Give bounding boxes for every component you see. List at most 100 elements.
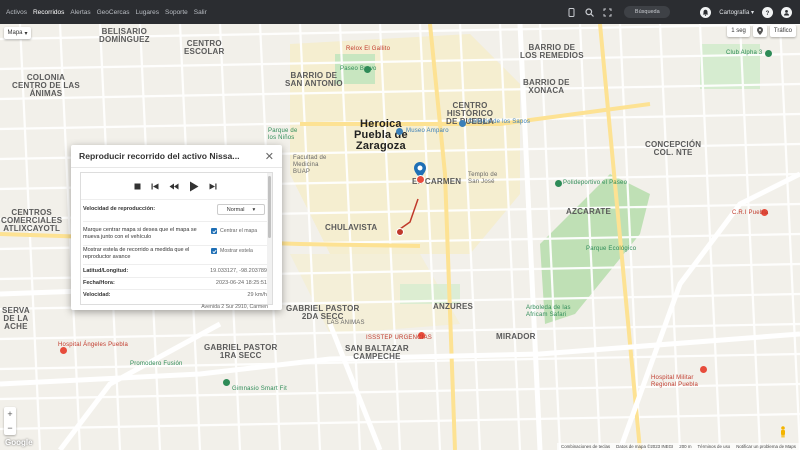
velocity-value: 29 km/h bbox=[247, 292, 267, 298]
district-label: GABRIEL PASTOR 1RA SECC bbox=[204, 343, 278, 360]
district-label: COLONIA CENTRO DE LAS ÁNIMAS bbox=[12, 73, 80, 98]
traffic-toggle[interactable]: Tráfico bbox=[769, 25, 796, 37]
poi-label[interactable]: Promodero Fusión bbox=[130, 361, 183, 368]
city-label: Heroica Puebla de Zaragoza bbox=[354, 118, 408, 152]
landmark-pin-icon[interactable] bbox=[459, 120, 466, 127]
scale-text: 200 m bbox=[679, 444, 692, 449]
rewind-icon bbox=[169, 183, 178, 189]
map-type-selector[interactable]: Mapa ▾ bbox=[4, 27, 31, 39]
phone-icon[interactable] bbox=[566, 7, 576, 17]
poi-label[interactable]: Polideportivo el Paseo bbox=[563, 180, 627, 187]
show-trail-checkbox[interactable]: Mostrar estela bbox=[211, 248, 253, 254]
poi-label[interactable]: C.R.I Puebla bbox=[732, 210, 768, 217]
district-label: MIRADOR bbox=[496, 332, 536, 341]
gym-pin-icon[interactable] bbox=[223, 379, 230, 386]
chevron-down-icon: ▾ bbox=[252, 206, 256, 213]
zoom-out-button[interactable]: − bbox=[7, 423, 12, 433]
district-label: GABRIEL PASTOR 2DA SECC bbox=[286, 304, 360, 321]
sports-pin-icon[interactable] bbox=[555, 180, 562, 187]
stop-button[interactable] bbox=[134, 183, 141, 190]
nav-menu: Activos Recorridos Alertas GeoCercas Lug… bbox=[0, 9, 207, 16]
zoom-in-button[interactable]: + bbox=[7, 409, 12, 419]
google-logo: Google bbox=[5, 438, 33, 447]
poi-label[interactable]: ISSSTEP URGENCIAS bbox=[366, 335, 432, 342]
center-map-label: Centrar el mapa bbox=[220, 228, 258, 234]
show-trail-label: Mostrar estela bbox=[220, 248, 253, 254]
dialog-title: Reproducir recorrido del activo Nissa... bbox=[79, 151, 240, 161]
rewind-button[interactable] bbox=[169, 183, 179, 190]
poi-label[interactable]: Relox El Gallito bbox=[346, 46, 390, 53]
center-map-checkbox[interactable]: Centrar el mapa bbox=[211, 228, 257, 234]
location-pin-icon bbox=[756, 27, 763, 35]
district-label: SAN BALTAZAR CAMPECHE bbox=[345, 344, 409, 361]
velocity-label: Velocidad: bbox=[83, 292, 111, 298]
dialog-scrollbar[interactable] bbox=[267, 173, 272, 304]
checkmark-icon bbox=[211, 248, 217, 254]
street-view-pegman-icon[interactable] bbox=[779, 426, 787, 438]
divider bbox=[83, 277, 267, 278]
museum-pin-icon[interactable] bbox=[396, 128, 403, 135]
poi-label[interactable]: Facultad de Medicina BUAP bbox=[293, 155, 327, 176]
stop-icon bbox=[134, 183, 140, 189]
poi-label[interactable]: Callejón de los Sapos bbox=[468, 119, 530, 126]
poi-label[interactable]: Paseo Bravo bbox=[340, 66, 377, 73]
district-label: BARRIO DE SAN ANTONIO bbox=[285, 71, 343, 88]
user-avatar-icon[interactable] bbox=[781, 6, 792, 18]
center-map-description: Marque centrar mapa si desea que el mapa… bbox=[83, 227, 197, 240]
map-toolbar: 1 seg Tráfico bbox=[727, 25, 796, 37]
start-point-icon[interactable] bbox=[396, 228, 404, 236]
divider bbox=[83, 245, 267, 246]
nav-item-salir[interactable]: Salir bbox=[194, 9, 207, 16]
play-icon bbox=[189, 181, 198, 191]
poi-label[interactable]: Parque de los Niños bbox=[268, 128, 298, 142]
top-navigation-bar: Activos Recorridos Alertas GeoCercas Lug… bbox=[0, 0, 800, 24]
nav-item-alertas[interactable]: Alertas bbox=[70, 9, 90, 16]
datetime-label: Fecha/Hora: bbox=[83, 280, 115, 286]
nav-item-recorridos[interactable]: Recorridos bbox=[33, 9, 64, 16]
poi-label[interactable]: Museo Amparo bbox=[406, 128, 449, 135]
search-input[interactable]: Búsqueda bbox=[624, 6, 671, 18]
poi-label[interactable]: Hospital Ángeles Puebla bbox=[58, 342, 128, 349]
route-playback-dialog: Reproducir recorrido del activo Nissa...… bbox=[71, 145, 282, 310]
report-link[interactable]: Notificar un problema de Maps bbox=[736, 444, 796, 449]
poi-label[interactable]: Hospital Militar Regional Puebla bbox=[651, 375, 698, 389]
poi-label[interactable]: Gimnasio Smart Fit bbox=[232, 386, 287, 393]
terms-link[interactable]: Términos de uso bbox=[698, 444, 731, 449]
scrollbar-thumb[interactable] bbox=[268, 176, 271, 238]
dialog-body[interactable]: Velocidad de reproducción: Normal ▾ Marqu… bbox=[80, 172, 273, 305]
interval-selector[interactable]: 1 seg bbox=[727, 25, 750, 37]
district-label: ANZURES bbox=[433, 302, 474, 311]
district-label: CHULAVISTA bbox=[325, 223, 378, 232]
nav-item-lugares[interactable]: Lugares bbox=[136, 9, 160, 16]
district-label: AZCARATE bbox=[566, 207, 612, 216]
poi-label[interactable]: Club Alpha 3 bbox=[726, 50, 762, 57]
speed-select[interactable]: Normal ▾ bbox=[217, 204, 265, 215]
poi-label[interactable]: Arboleda de las Africam Safari bbox=[526, 305, 571, 319]
district-label: BARRIO DE LOS REMEDIOS bbox=[520, 43, 584, 60]
shortcuts-link[interactable]: Combinaciones de teclas bbox=[561, 444, 610, 449]
playback-controls bbox=[81, 173, 269, 200]
expand-icon[interactable] bbox=[602, 7, 612, 17]
play-button[interactable] bbox=[189, 181, 199, 192]
skip-forward-button[interactable] bbox=[209, 183, 217, 190]
current-position-icon[interactable] bbox=[416, 175, 425, 184]
district-label: BARRIO DE XONACA bbox=[523, 78, 570, 95]
help-icon[interactable]: ? bbox=[762, 6, 773, 18]
skip-back-button[interactable] bbox=[151, 183, 159, 190]
nav-item-geocercas[interactable]: GeoCercas bbox=[97, 9, 130, 16]
nav-item-activos[interactable]: Activos bbox=[6, 9, 27, 16]
district-label: CONCEPCIÓN COL. NTE bbox=[645, 140, 702, 157]
district-label: LAS ANIMAS bbox=[327, 320, 365, 326]
search-icon[interactable] bbox=[584, 7, 594, 17]
notifications-bell-icon[interactable] bbox=[700, 6, 712, 18]
nav-item-soporte[interactable]: Soporte bbox=[165, 9, 188, 16]
close-icon[interactable]: ✕ bbox=[265, 150, 274, 163]
poi-label[interactable]: Parque Ecológico bbox=[586, 246, 636, 253]
hospital-pin-icon[interactable] bbox=[700, 366, 707, 373]
poi-label[interactable]: Templo de San José bbox=[468, 172, 497, 186]
location-button[interactable] bbox=[752, 25, 767, 37]
cartography-dropdown[interactable]: Cartografía ▾ bbox=[719, 9, 754, 16]
map-data-text: Datos de mapa ©2023 INEGI bbox=[616, 444, 674, 449]
address-text: Avenida 2 Sur 2910, Carmen bbox=[201, 304, 268, 310]
gym-pin-icon[interactable] bbox=[765, 50, 772, 57]
